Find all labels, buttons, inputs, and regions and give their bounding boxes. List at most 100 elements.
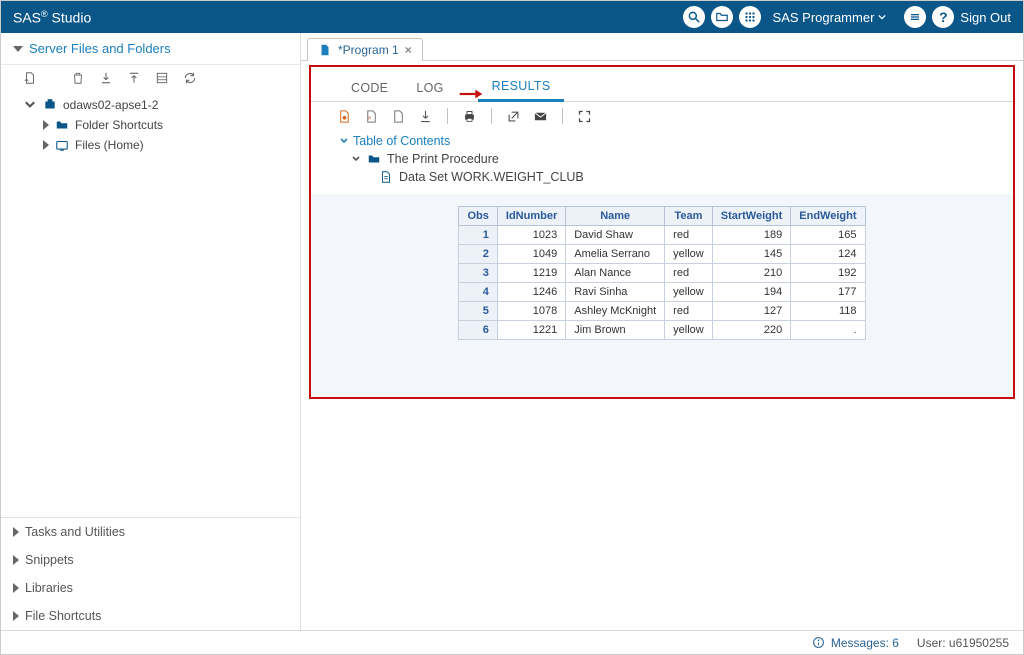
- cell: 2: [459, 245, 497, 264]
- cell: red: [665, 302, 713, 321]
- caret-right-icon: [13, 611, 19, 621]
- column-header: Obs: [459, 207, 497, 226]
- folder-shortcuts-label: Folder Shortcuts: [75, 118, 163, 132]
- new-file-icon[interactable]: [23, 71, 37, 85]
- cell: yellow: [665, 321, 713, 340]
- toc-header[interactable]: Table of Contents: [339, 134, 985, 148]
- download-results-icon[interactable]: [418, 109, 433, 124]
- help-icon[interactable]: ?: [932, 6, 954, 28]
- toc-proc[interactable]: The Print Procedure: [351, 152, 985, 166]
- caret-right-icon: [43, 120, 49, 130]
- panel-file-shortcuts[interactable]: File Shortcuts: [1, 602, 300, 630]
- cell: 6: [459, 321, 497, 340]
- cell: 210: [712, 264, 791, 283]
- cell: 1246: [497, 283, 565, 302]
- tree-folder-shortcuts[interactable]: Folder Shortcuts: [41, 115, 290, 135]
- editor-tabstrip: *Program 1 ×: [301, 33, 1023, 61]
- close-tab-icon[interactable]: ×: [405, 43, 412, 57]
- cell: 1219: [497, 264, 565, 283]
- subtab-results[interactable]: RESULTS: [478, 73, 565, 102]
- cell: 194: [712, 283, 791, 302]
- cell: 118: [791, 302, 865, 321]
- separator: [562, 108, 563, 124]
- app-brand: SAS® Studio: [13, 9, 91, 26]
- cell: 1023: [497, 226, 565, 245]
- export-pdf-icon[interactable]: P: [364, 109, 379, 124]
- upload-icon[interactable]: [127, 71, 141, 85]
- user-label: SAS Programmer: [773, 10, 875, 25]
- collapsed-panels: Tasks and Utilities Snippets Libraries F…: [1, 517, 300, 630]
- table-row: 31219Alan Nancered210192: [459, 264, 865, 283]
- cell: yellow: [665, 283, 713, 302]
- status-bar: Messages: 6 User: u61950255: [1, 630, 1023, 654]
- panel-libraries-label: Libraries: [25, 581, 73, 595]
- panel-server-files[interactable]: Server Files and Folders: [1, 33, 300, 65]
- cell: Jim Brown: [566, 321, 665, 340]
- email-icon[interactable]: [533, 109, 548, 124]
- column-header: EndWeight: [791, 207, 865, 226]
- highlight-annotation: CODE LOG RESULTS P: [309, 65, 1015, 399]
- new-window-icon[interactable]: [506, 109, 521, 124]
- toc-header-label: Table of Contents: [353, 134, 450, 148]
- cell: Ashley McKnight: [566, 302, 665, 321]
- cell: 192: [791, 264, 865, 283]
- column-header: Team: [665, 207, 713, 226]
- search-icon[interactable]: [683, 6, 705, 28]
- download-icon[interactable]: [99, 71, 113, 85]
- cell: 189: [712, 226, 791, 245]
- subtab-code[interactable]: CODE: [337, 75, 402, 101]
- column-header: StartWeight: [712, 207, 791, 226]
- table-row: 51078Ashley McKnightred127118: [459, 302, 865, 321]
- output-table: ObsIdNumberNameTeamStartWeightEndWeight …: [458, 206, 865, 340]
- table-of-contents: Table of Contents The Print Procedure Da…: [311, 130, 1013, 188]
- cell: red: [665, 226, 713, 245]
- cell: 1078: [497, 302, 565, 321]
- user-menu[interactable]: SAS Programmer: [773, 10, 887, 25]
- results-output: ObsIdNumberNameTeamStartWeightEndWeight …: [311, 194, 1013, 397]
- sign-out-link[interactable]: Sign Out: [960, 10, 1011, 25]
- tab-program1[interactable]: *Program 1 ×: [307, 38, 423, 61]
- table-row: 21049Amelia Serranoyellow145124: [459, 245, 865, 264]
- content-area: *Program 1 × CODE LOG RESULTS P: [301, 33, 1023, 630]
- more-options-icon[interactable]: [904, 6, 926, 28]
- panel-snippets[interactable]: Snippets: [1, 546, 300, 574]
- caret-right-icon: [13, 527, 19, 537]
- cell: .: [791, 321, 865, 340]
- top-bar: SAS® Studio SAS Programmer ? Sign Out: [1, 1, 1023, 33]
- panel-libraries[interactable]: Libraries: [1, 574, 300, 602]
- messages-link[interactable]: Messages: 6: [812, 636, 899, 650]
- cell: yellow: [665, 245, 713, 264]
- cell: 124: [791, 245, 865, 264]
- separator: [491, 108, 492, 124]
- cell: 165: [791, 226, 865, 245]
- caret-right-icon: [13, 555, 19, 565]
- cell: 3: [459, 264, 497, 283]
- refresh-icon[interactable]: [183, 71, 197, 85]
- cell: Alan Nance: [566, 264, 665, 283]
- caret-right-icon: [43, 140, 49, 150]
- cell: Ravi Sinha: [566, 283, 665, 302]
- export-rtf-icon[interactable]: [391, 109, 406, 124]
- tree-root[interactable]: odaws02-apse1-2: [21, 95, 290, 115]
- subtab-strip: CODE LOG RESULTS: [311, 67, 1013, 102]
- column-header: Name: [566, 207, 665, 226]
- maximize-icon[interactable]: [577, 109, 592, 124]
- sidebar-toolbar: [1, 65, 300, 95]
- panel-tasks[interactable]: Tasks and Utilities: [1, 518, 300, 546]
- nav-tree: odaws02-apse1-2 Folder Shortcuts Files (…: [1, 95, 300, 517]
- export-html-icon[interactable]: [337, 109, 352, 124]
- brand-prefix: SAS: [13, 9, 41, 25]
- svg-text:P: P: [368, 115, 371, 120]
- apps-grid-icon[interactable]: [739, 6, 761, 28]
- subtab-log[interactable]: LOG: [402, 75, 457, 101]
- print-icon[interactable]: [462, 109, 477, 124]
- caret-right-icon: [13, 583, 19, 593]
- toc-dataset[interactable]: Data Set WORK.WEIGHT_CLUB: [379, 170, 985, 184]
- caret-down-icon: [13, 46, 23, 52]
- properties-icon[interactable]: [155, 71, 169, 85]
- toc-dataset-label: Data Set WORK.WEIGHT_CLUB: [399, 170, 584, 184]
- delete-icon[interactable]: [71, 71, 85, 85]
- cell: 177: [791, 283, 865, 302]
- open-folder-icon[interactable]: [711, 6, 733, 28]
- tree-files-home[interactable]: Files (Home): [41, 135, 290, 155]
